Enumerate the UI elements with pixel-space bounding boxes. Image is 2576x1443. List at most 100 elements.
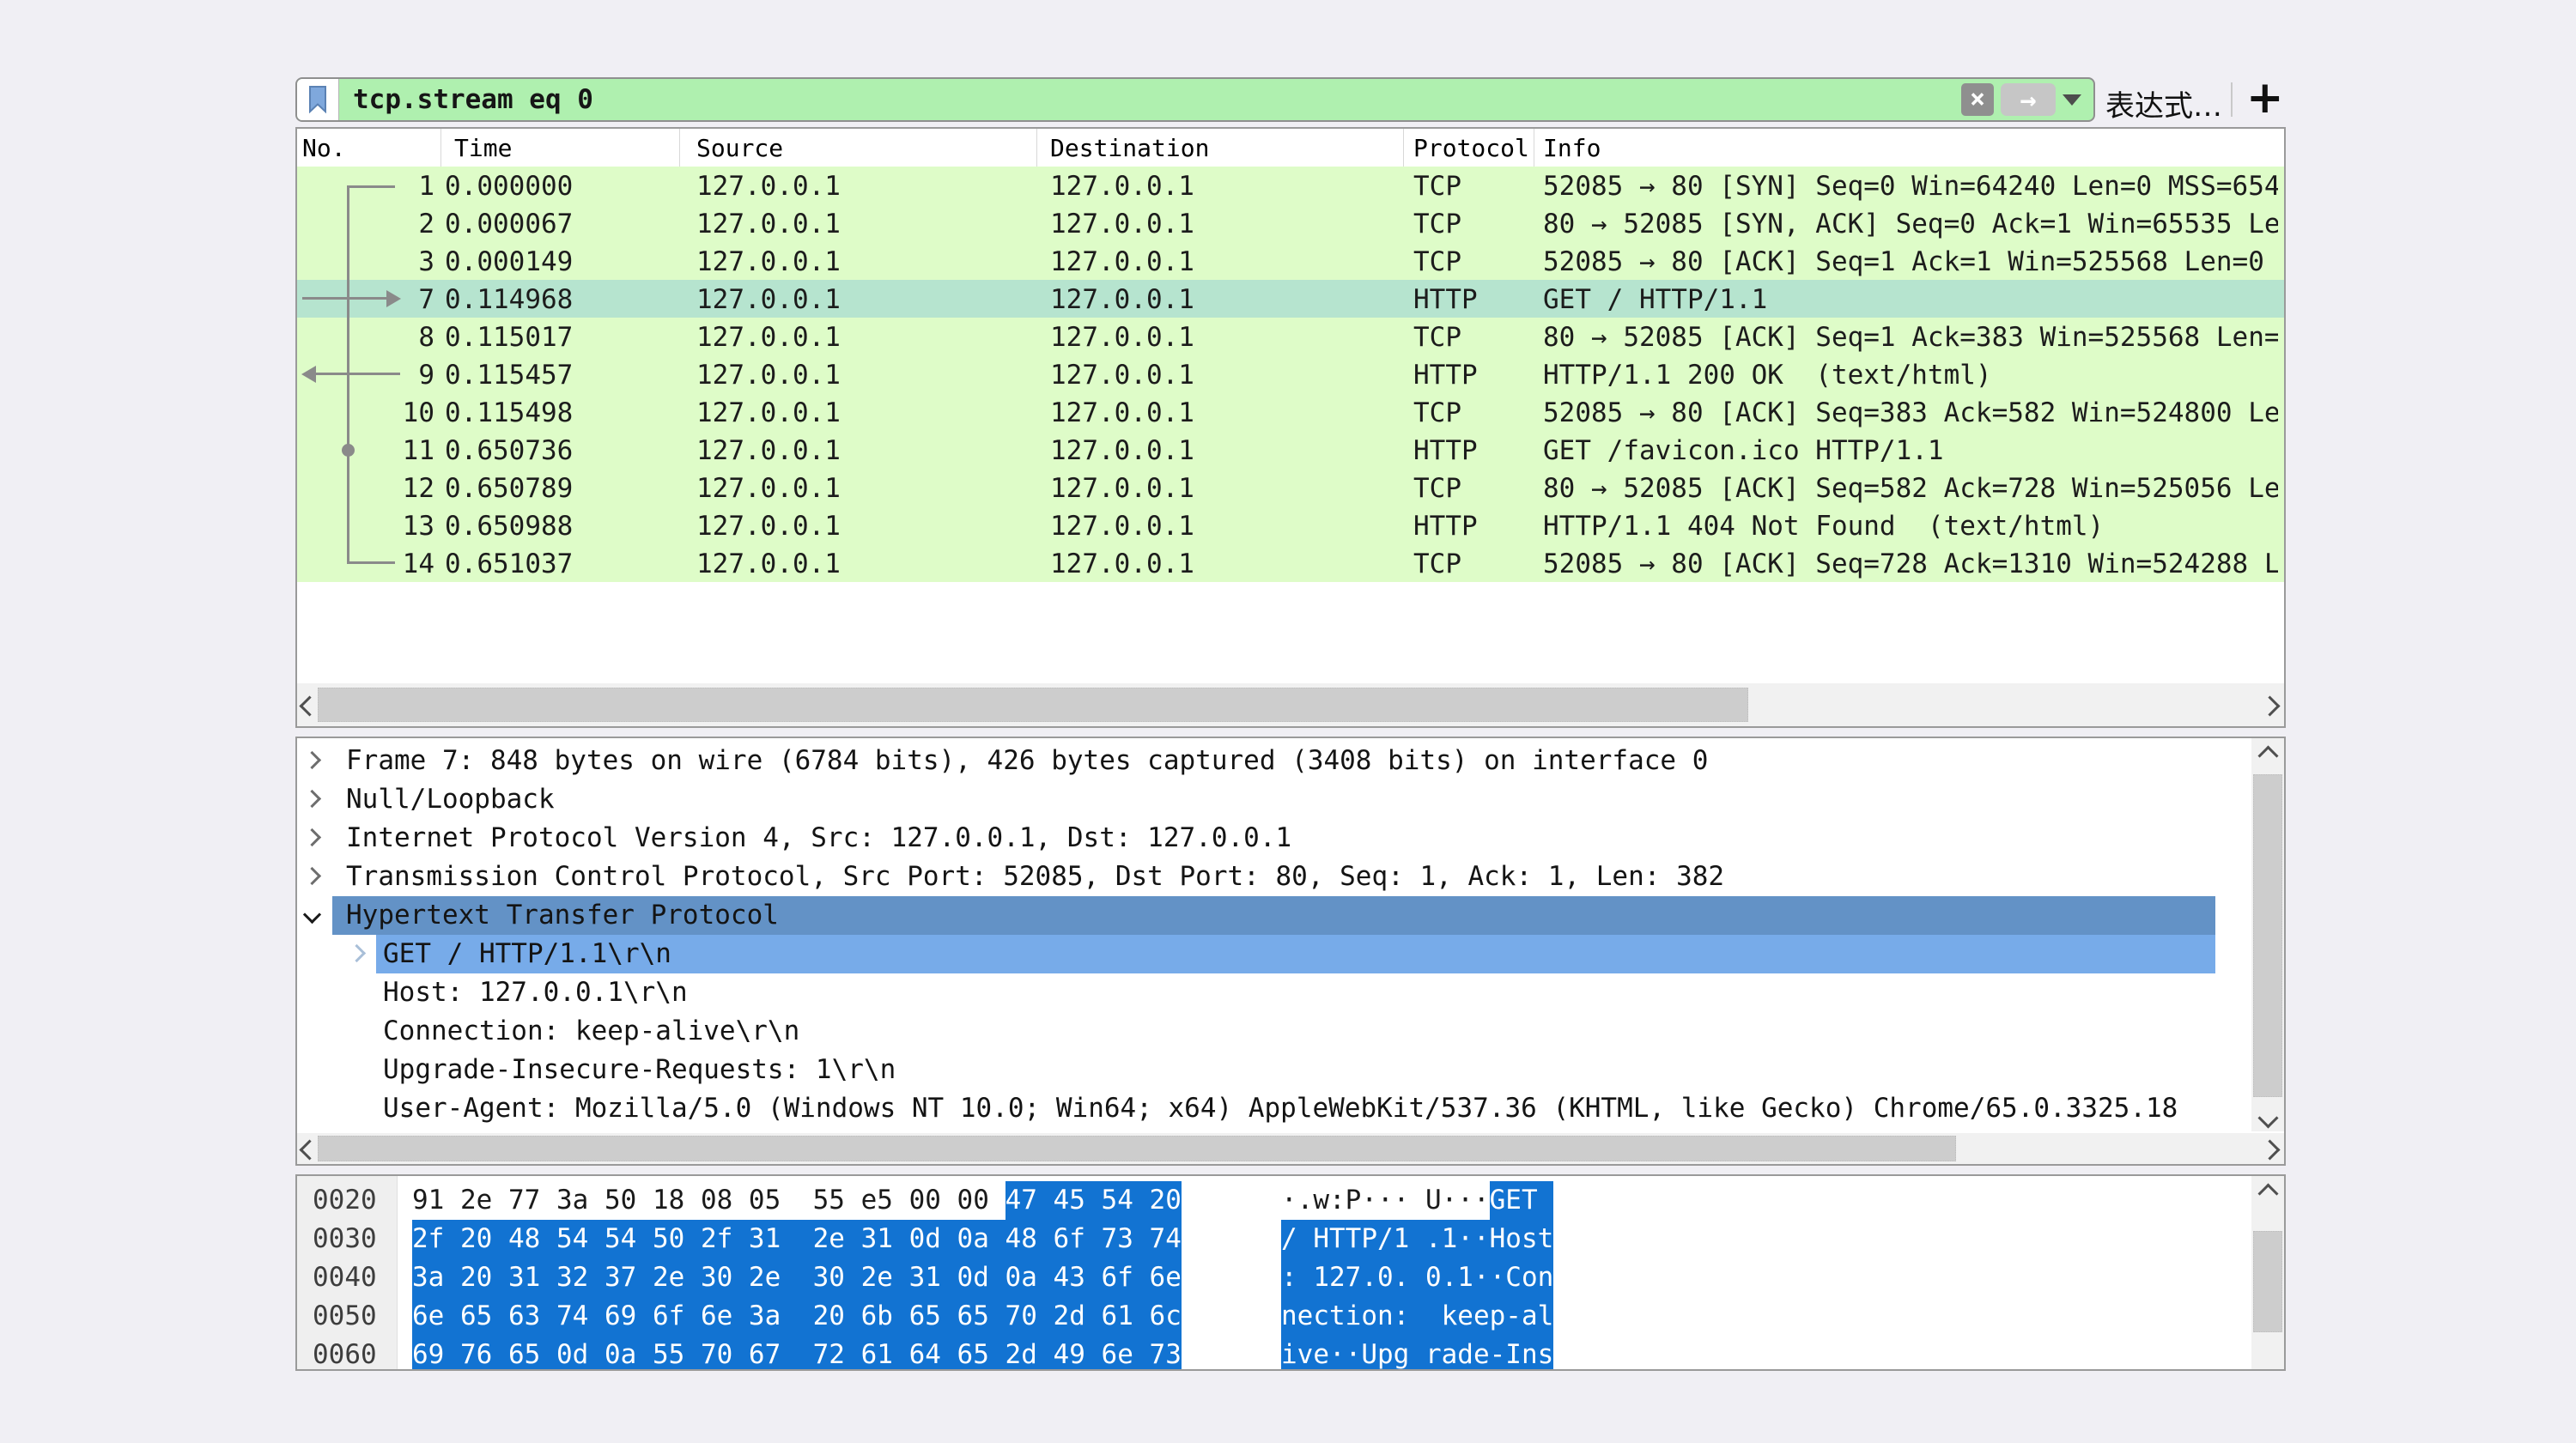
filter-apply-button[interactable]: → <box>2001 83 2056 116</box>
expander-right-icon[interactable] <box>303 790 321 808</box>
scroll-right-icon[interactable] <box>2259 695 2280 716</box>
column-separator[interactable] <box>679 129 680 167</box>
hex-offset: 0040 <box>313 1262 377 1293</box>
hex-ascii-selected[interactable]: GET <box>1490 1181 1554 1220</box>
hex-vscroll-thumb[interactable] <box>2253 1231 2282 1332</box>
packet-row-12[interactable]: 12 0.650789 127.0.0.1 127.0.0.1 TCP 80 →… <box>297 469 2284 506</box>
hex-bytes-selected[interactable]: 3a 20 31 32 37 2e 30 2e 30 2e 31 0d 0a 4… <box>412 1258 1182 1297</box>
cell-time: 0.114968 <box>445 284 573 315</box>
scroll-left-icon[interactable] <box>299 695 319 716</box>
hex-bytes-selected[interactable]: 47 45 54 20 <box>1005 1181 1182 1220</box>
detail-row-connection[interactable]: Connection: keep-alive\r\n <box>297 1012 2251 1051</box>
hex-ascii-selected[interactable]: nection: keep-al <box>1281 1297 1553 1336</box>
hex-ascii-selected[interactable]: : 127.0. 0.1··Con <box>1281 1258 1553 1297</box>
hex-row-0040[interactable]: 0040 3a 20 31 32 37 2e 30 2e 30 2e 31 0d… <box>297 1258 2284 1297</box>
cell-source: 127.0.0.1 <box>696 360 841 391</box>
hex-row-0020[interactable]: 0020 91 2e 77 3a 50 18 08 05 55 e5 00 00… <box>297 1181 2284 1220</box>
hex-ascii-selected[interactable]: / HTTP/1 .1··Host <box>1281 1220 1553 1258</box>
filter-input[interactable]: tcp.stream eq 0 <box>339 84 1961 115</box>
detail-row-user-agent[interactable]: User-Agent: Mozilla/5.0 (Windows NT 10.0… <box>297 1089 2251 1128</box>
expander-right-icon[interactable] <box>303 751 321 769</box>
packet-row-14[interactable]: 14 0.651037 127.0.0.1 127.0.0.1 TCP 5208… <box>297 544 2284 582</box>
cell-source: 127.0.0.1 <box>696 284 841 315</box>
cell-info: 80 → 52085 [SYN, ACK] Seq=0 Ack=1 Win=65… <box>1543 209 2278 239</box>
detail-row-ipv4[interactable]: Internet Protocol Version 4, Src: 127.0.… <box>297 819 2251 858</box>
scroll-down-icon[interactable] <box>2257 1107 2278 1128</box>
packet-row-10[interactable]: 10 0.115498 127.0.0.1 127.0.0.1 TCP 5208… <box>297 393 2284 431</box>
expander-right-icon[interactable] <box>348 944 366 962</box>
packet-row-3[interactable]: 3 0.000149 127.0.0.1 127.0.0.1 TCP 52085… <box>297 242 2284 280</box>
column-header-no[interactable]: No. <box>302 134 346 162</box>
hex-offset: 0030 <box>313 1223 377 1254</box>
column-separator[interactable] <box>1403 129 1404 167</box>
column-header-protocol[interactable]: Protocol <box>1413 134 1529 162</box>
packet-row-2[interactable]: 2 0.000067 127.0.0.1 127.0.0.1 TCP 80 → … <box>297 204 2284 242</box>
cell-time: 0.000000 <box>445 171 573 202</box>
scroll-left-icon[interactable] <box>299 1139 319 1160</box>
cell-no: 14 <box>297 549 434 579</box>
cell-info: 80 → 52085 [ACK] Seq=1 Ack=383 Win=52556… <box>1543 322 2278 353</box>
hex-bytes-selected[interactable]: 69 76 65 0d 0a 55 70 67 72 61 64 65 2d 4… <box>412 1336 1182 1371</box>
details-hscrollbar[interactable] <box>297 1133 2284 1164</box>
details-vscroll-thumb[interactable] <box>2253 774 2282 1097</box>
column-separator[interactable] <box>440 129 441 167</box>
detail-row-tcp[interactable]: Transmission Control Protocol, Src Port:… <box>297 858 2251 896</box>
column-header-info[interactable]: Info <box>1543 134 1601 162</box>
packet-row-8[interactable]: 8 0.115017 127.0.0.1 127.0.0.1 TCP 80 → … <box>297 318 2284 355</box>
expression-button[interactable]: 表达式… <box>2105 82 2222 124</box>
detail-row-get-request-selected[interactable]: GET / HTTP/1.1\r\n <box>297 935 2251 973</box>
cell-info: GET /favicon.ico HTTP/1.1 <box>1543 435 2278 466</box>
packet-row-1[interactable]: 1 0.000000 127.0.0.1 127.0.0.1 TCP 52085… <box>297 167 2284 204</box>
packet-row-7-selected[interactable]: 7 0.114968 127.0.0.1 127.0.0.1 HTTP GET … <box>297 280 2284 318</box>
expander-down-icon[interactable] <box>303 906 321 924</box>
cell-no: 9 <box>297 360 434 391</box>
packet-list-hscroll-thumb[interactable] <box>318 688 1748 722</box>
column-header-destination[interactable]: Destination <box>1050 134 1209 162</box>
cell-time: 0.651037 <box>445 549 573 579</box>
cell-time: 0.115017 <box>445 322 573 353</box>
add-filter-button[interactable]: + <box>2246 72 2284 124</box>
hex-ascii[interactable]: ·.w:P··· U··· <box>1281 1181 1490 1220</box>
hex-bytes-selected[interactable]: 2f 20 48 54 54 50 2f 31 2e 31 0d 0a 48 6… <box>412 1220 1182 1258</box>
hex-row-0030[interactable]: 0030 2f 20 48 54 54 50 2f 31 2e 31 0d 0a… <box>297 1220 2284 1258</box>
cell-destination: 127.0.0.1 <box>1050 284 1194 315</box>
display-filter-bar[interactable]: tcp.stream eq 0 × → <box>295 77 2095 122</box>
detail-row-null-loopback[interactable]: Null/Loopback <box>297 780 2251 819</box>
hex-offset: 0060 <box>313 1339 377 1370</box>
column-header-time[interactable]: Time <box>454 134 512 162</box>
expander-right-icon[interactable] <box>303 867 321 885</box>
detail-row-http-selected[interactable]: Hypertext Transfer Protocol <box>297 896 2251 935</box>
filter-clear-button[interactable]: × <box>1961 83 1994 116</box>
hex-row-0050[interactable]: 0050 6e 65 63 74 69 6f 6e 3a 20 6b 65 65… <box>297 1297 2284 1336</box>
filter-history-dropdown-icon[interactable] <box>2063 94 2081 106</box>
filter-bookmark-button[interactable] <box>297 79 339 120</box>
packet-list-hscrollbar[interactable] <box>297 683 2284 726</box>
cell-time: 0.650988 <box>445 511 573 542</box>
packet-row-9[interactable]: 9 0.115457 127.0.0.1 127.0.0.1 HTTP HTTP… <box>297 355 2284 393</box>
packet-row-13[interactable]: 13 0.650988 127.0.0.1 127.0.0.1 HTTP HTT… <box>297 506 2284 544</box>
column-header-source[interactable]: Source <box>696 134 783 162</box>
detail-row-frame[interactable]: Frame 7: 848 bytes on wire (6784 bits), … <box>297 742 2251 780</box>
detail-text: Frame 7: 848 bytes on wire (6784 bits), … <box>346 745 1708 776</box>
cell-destination: 127.0.0.1 <box>1050 171 1194 202</box>
scroll-right-icon[interactable] <box>2259 1139 2280 1160</box>
cell-info: GET / HTTP/1.1 <box>1543 284 2278 315</box>
details-hscroll-thumb[interactable] <box>318 1136 1956 1161</box>
column-separator[interactable] <box>1036 129 1037 167</box>
hex-vscrollbar[interactable] <box>2251 1176 2284 1369</box>
cell-protocol: HTTP <box>1413 284 1478 315</box>
hex-ascii-selected[interactable]: ive··Upg rade-Ins <box>1281 1336 1553 1371</box>
detail-row-host[interactable]: Host: 127.0.0.1\r\n <box>297 973 2251 1012</box>
detail-row-upgrade-insecure[interactable]: Upgrade-Insecure-Requests: 1\r\n <box>297 1051 2251 1089</box>
stream-arrow-right-icon <box>386 290 401 307</box>
scroll-up-icon[interactable] <box>2257 745 2278 766</box>
close-icon: × <box>1970 87 1985 112</box>
scroll-up-icon[interactable] <box>2257 1183 2278 1204</box>
details-vscrollbar[interactable] <box>2251 738 2284 1131</box>
packet-row-11[interactable]: 11 0.650736 127.0.0.1 127.0.0.1 HTTP GET… <box>297 431 2284 469</box>
expander-right-icon[interactable] <box>303 828 321 846</box>
hex-bytes-selected[interactable]: 6e 65 63 74 69 6f 6e 3a 20 6b 65 65 70 2… <box>412 1297 1182 1336</box>
hex-bytes[interactable]: 91 2e 77 3a 50 18 08 05 55 e5 00 00 <box>412 1181 1005 1220</box>
hex-row-0060[interactable]: 0060 69 76 65 0d 0a 55 70 67 72 61 64 65… <box>297 1336 2284 1371</box>
detail-text: Hypertext Transfer Protocol <box>346 900 779 931</box>
